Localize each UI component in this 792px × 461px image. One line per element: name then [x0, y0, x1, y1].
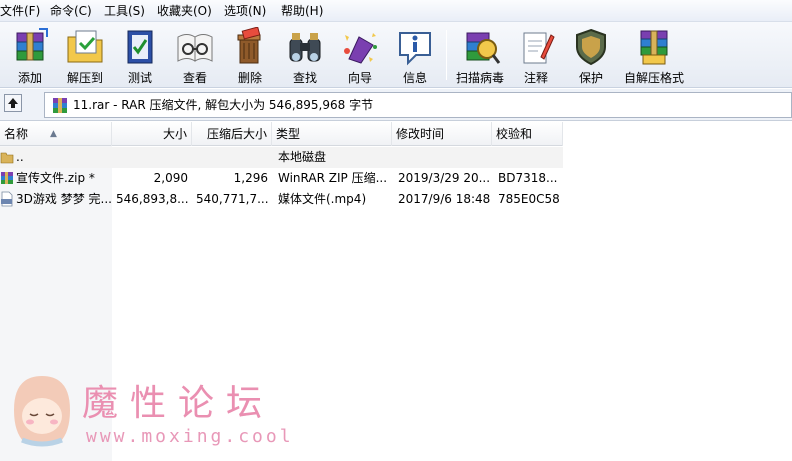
- sfx-label: 自解压格式: [623, 71, 684, 85]
- extract-to-icon: [67, 30, 103, 63]
- row-name: 宣传文件.zip *: [16, 171, 95, 185]
- row-type: 本地磁盘: [278, 150, 327, 164]
- sfx-button[interactable]: 自解压格式: [624, 24, 684, 86]
- menu-file[interactable]: 文件(F): [0, 0, 40, 22]
- watermark: 魔性论坛 www.moxing.cool: [0, 360, 300, 461]
- sfx-icon: [640, 30, 668, 65]
- menu-options[interactable]: 选项(N): [224, 0, 266, 22]
- row-crc: 785E0C58: [498, 192, 560, 206]
- row-name: 3D游戏 梦梦 完...: [16, 192, 112, 206]
- info-button[interactable]: 信息: [385, 24, 445, 86]
- menu-favorites[interactable]: 收藏夹(O): [157, 0, 212, 22]
- rar-archive-icon: [53, 98, 67, 113]
- row-packed: 540,771,7...: [196, 192, 269, 206]
- table-row[interactable]: 3D游戏 梦梦 完... 546,893,8... 540,771,7... 媒…: [0, 189, 563, 210]
- virus-scan-icon: [466, 32, 501, 64]
- row-size: [112, 147, 192, 168]
- address-bar: 11.rar - RAR 压缩文件, 解包大小为 546,895,968 字节: [0, 89, 792, 121]
- row-type: WinRAR ZIP 压缩...: [278, 171, 388, 185]
- row-modified: 2019/3/29 20...: [398, 171, 491, 185]
- add-archive-icon: [16, 28, 48, 61]
- sort-ascending-icon: ▲: [50, 129, 57, 139]
- menu-bar: 文件(F) 命令(C) 工具(S) 收藏夹(O) 选项(N) 帮助(H): [0, 0, 792, 22]
- row-size: 546,893,8...: [116, 192, 189, 206]
- row-modified: [394, 147, 492, 168]
- column-type[interactable]: 类型: [272, 122, 392, 146]
- column-header: 名称 ▲ 大小 压缩后大小 类型 修改时间 校验和: [0, 122, 563, 146]
- column-size[interactable]: 大小: [112, 122, 192, 146]
- view-icon: [177, 34, 213, 62]
- table-row[interactable]: .. 本地磁盘: [0, 147, 563, 168]
- menu-commands[interactable]: 命令(C): [50, 0, 92, 22]
- toolbar: 添加 解压到 测试 查看 删除 查找 向导 信息 扫描病毒 注释 保护 自解压格…: [0, 22, 792, 88]
- row-type: 媒体文件(.mp4): [278, 192, 367, 206]
- menu-tools[interactable]: 工具(S): [104, 0, 145, 22]
- info-label: 信息: [402, 71, 427, 85]
- wizard-icon: [344, 33, 377, 64]
- row-name-cell: ..: [0, 147, 112, 168]
- comment-icon: [523, 32, 555, 64]
- row-name-cell: 宣传文件.zip *: [0, 168, 112, 189]
- table-row[interactable]: 宣传文件.zip * 2,090 1,296 WinRAR ZIP 压缩... …: [0, 168, 563, 189]
- column-packed-size[interactable]: 压缩后大小: [192, 122, 272, 146]
- menu-help[interactable]: 帮助(H): [281, 0, 323, 22]
- delete-icon: [237, 27, 261, 64]
- archive-path-text: 11.rar - RAR 压缩文件, 解包大小为 546,895,968 字节: [73, 98, 374, 112]
- row-packed: [192, 147, 272, 168]
- watermark-title: 魔性论坛: [82, 383, 275, 424]
- mp4-file-icon: [1, 191, 13, 207]
- row-modified: 2017/9/6 18:48: [398, 192, 491, 206]
- row-name-cell: 3D游戏 梦梦 完...: [0, 189, 112, 210]
- up-arrow-icon: [8, 98, 18, 108]
- folder-up-icon: [0, 152, 14, 164]
- column-name-label: 名称: [4, 127, 29, 141]
- row-packed: 1,296: [233, 171, 268, 185]
- watermark-mascot-icon: [14, 376, 70, 447]
- protect-icon: [576, 28, 606, 66]
- column-crc[interactable]: 校验和: [492, 122, 563, 146]
- watermark-url: www.moxing.cool: [86, 426, 294, 447]
- protect-label: 保护: [578, 71, 603, 85]
- path-field[interactable]: 11.rar - RAR 压缩文件, 解包大小为 546,895,968 字节: [44, 92, 792, 118]
- column-name[interactable]: 名称 ▲: [0, 122, 112, 146]
- row-crc: BD7318...: [498, 171, 558, 185]
- zip-archive-icon: [1, 172, 13, 184]
- up-folder-button[interactable]: [4, 94, 22, 112]
- info-icon: [399, 32, 431, 66]
- column-modified[interactable]: 修改时间: [392, 122, 492, 146]
- find-icon: [289, 33, 321, 62]
- test-icon: [127, 30, 153, 64]
- row-crc: [494, 147, 563, 168]
- protect-button[interactable]: 保护: [561, 24, 621, 86]
- row-size: 2,090: [153, 171, 188, 185]
